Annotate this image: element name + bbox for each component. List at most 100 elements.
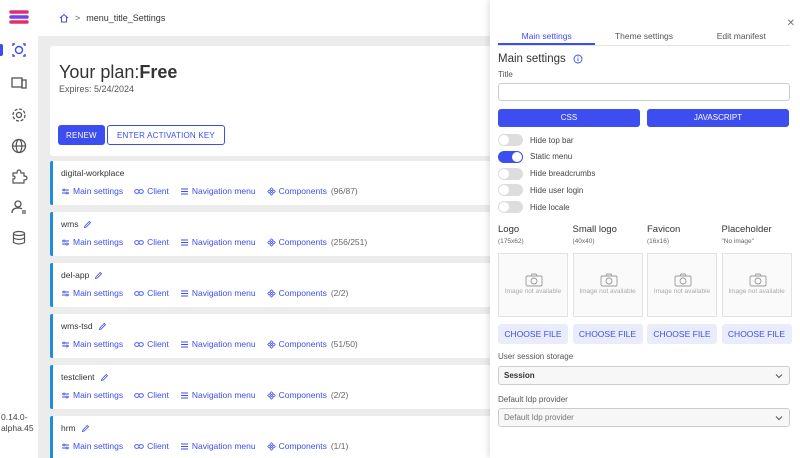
navigation-menu-link[interactable]: Navigation menu bbox=[180, 186, 256, 196]
toggle-row[interactable]: Hide locale bbox=[498, 201, 570, 214]
client-link[interactable]: Client bbox=[134, 186, 169, 196]
user-settings-icon[interactable] bbox=[10, 198, 28, 216]
javascript-button[interactable]: JAVASCRIPT bbox=[647, 109, 789, 127]
main-settings-link[interactable]: Main settings bbox=[61, 288, 123, 298]
tab-edit-manifest[interactable]: Edit manifest bbox=[693, 26, 790, 45]
tab-main-settings[interactable]: Main settings bbox=[498, 26, 596, 45]
components-link[interactable]: Components bbox=[266, 390, 327, 400]
toggle-row[interactable]: Hide top bar bbox=[498, 134, 574, 146]
components-label: Components bbox=[278, 186, 327, 196]
devices-icon[interactable] bbox=[10, 74, 28, 92]
client-link[interactable]: Client bbox=[134, 339, 169, 349]
components-link[interactable]: Components bbox=[266, 339, 327, 349]
components-label: Components bbox=[278, 339, 327, 349]
puzzle-icon[interactable] bbox=[10, 168, 28, 186]
choose-file-button[interactable]: CHOOSE FILE bbox=[572, 324, 643, 344]
components-count: (2/2) bbox=[330, 390, 349, 400]
client-card[interactable]: wms-tsd Main settings Client Navigation … bbox=[50, 314, 490, 358]
database-icon[interactable] bbox=[10, 229, 28, 247]
idp-provider-select[interactable]: Default Idp provider bbox=[498, 408, 790, 427]
settings-nav-icon[interactable] bbox=[10, 41, 28, 59]
top-bar: > menu_title_Settings bbox=[38, 0, 490, 36]
main-settings-link[interactable]: Main settings bbox=[61, 237, 123, 247]
choose-file-button[interactable]: CHOOSE FILE bbox=[721, 324, 792, 344]
idp-provider-placeholder: Default Idp provider bbox=[504, 413, 574, 422]
settings-panel: ✕ Main settings Theme settings Edit mani… bbox=[490, 0, 800, 458]
client-card[interactable]: digital-workplace Main settings Client N… bbox=[50, 161, 490, 205]
toggle-switch[interactable] bbox=[498, 150, 523, 163]
plan-label: Your plan: bbox=[59, 62, 140, 82]
menu-icon bbox=[180, 188, 188, 194]
components-icon bbox=[266, 390, 276, 400]
choose-file-button[interactable]: CHOOSE FILE bbox=[498, 324, 568, 344]
client-card[interactable]: testclient Main settings Client Navigati… bbox=[50, 365, 490, 409]
choose-file-button[interactable]: CHOOSE FILE bbox=[647, 324, 717, 344]
renew-button[interactable]: RENEW bbox=[58, 125, 105, 145]
toggle-switch[interactable] bbox=[498, 201, 523, 214]
gear-icon[interactable] bbox=[10, 106, 28, 124]
main-settings-link[interactable]: Main settings bbox=[61, 441, 123, 451]
toggle-row[interactable]: Hide breadcrumbs bbox=[498, 167, 595, 180]
client-name: testclient bbox=[61, 372, 95, 382]
globe-icon[interactable] bbox=[10, 137, 28, 155]
navigation-menu-link[interactable]: Navigation menu bbox=[180, 390, 256, 400]
navigation-menu-link[interactable]: Navigation menu bbox=[180, 237, 256, 247]
components-link[interactable]: Components bbox=[266, 441, 327, 451]
components-link[interactable]: Components bbox=[266, 186, 327, 196]
edit-pencil-icon[interactable] bbox=[100, 373, 109, 382]
breadcrumb: > menu_title_Settings bbox=[59, 13, 165, 23]
components-label: Components bbox=[278, 237, 327, 247]
session-storage-select[interactable]: Session bbox=[498, 366, 790, 385]
components-link[interactable]: Components bbox=[266, 237, 327, 247]
left-rail: 0.14.0-alpha.45 bbox=[0, 0, 38, 458]
navigation-menu-link[interactable]: Navigation menu bbox=[180, 441, 256, 451]
app-logo[interactable] bbox=[8, 9, 30, 25]
plan-expiry: Expires: 5/24/2024 bbox=[59, 84, 135, 94]
client-header: testclient bbox=[61, 372, 109, 382]
toggle-switch[interactable] bbox=[498, 167, 523, 180]
components-link[interactable]: Components bbox=[266, 288, 327, 298]
toggle-row[interactable]: Static menu bbox=[498, 150, 573, 163]
tab-theme-settings[interactable]: Theme settings bbox=[595, 26, 692, 45]
components-icon bbox=[266, 237, 276, 247]
title-label: Title bbox=[498, 70, 513, 79]
client-card[interactable]: hrm Main settings Client Navigation menu… bbox=[50, 416, 490, 458]
toggle-switch[interactable] bbox=[498, 134, 523, 146]
home-icon[interactable] bbox=[59, 13, 69, 23]
navigation-menu-link[interactable]: Navigation menu bbox=[180, 288, 256, 298]
toggle-switch[interactable] bbox=[498, 184, 523, 197]
app-version: 0.14.0-alpha.45 bbox=[1, 412, 34, 433]
active-indicator bbox=[0, 44, 3, 56]
edit-pencil-icon[interactable] bbox=[83, 220, 92, 229]
client-link[interactable]: Client bbox=[134, 390, 169, 400]
client-card[interactable]: del-app Main settings Client Navigation … bbox=[50, 263, 490, 307]
activation-key-button[interactable]: ENTER ACTIVATION KEY bbox=[107, 125, 225, 145]
css-button[interactable]: CSS bbox=[498, 109, 640, 127]
session-storage-value: Session bbox=[504, 371, 535, 380]
client-card[interactable]: wms Main settings Client Navigation menu… bbox=[50, 212, 490, 256]
client-link[interactable]: Client bbox=[134, 237, 169, 247]
client-link[interactable]: Client bbox=[134, 441, 169, 451]
main-settings-label: Main settings bbox=[73, 186, 124, 196]
toggle-row[interactable]: Hide user login bbox=[498, 184, 583, 197]
edit-pencil-icon[interactable] bbox=[98, 322, 107, 331]
image-size: (40x40) bbox=[572, 238, 595, 245]
navigation-menu-label: Navigation menu bbox=[191, 339, 256, 349]
chevron-down-icon bbox=[775, 374, 783, 379]
navigation-menu-link[interactable]: Navigation menu bbox=[180, 339, 256, 349]
edit-pencil-icon[interactable] bbox=[81, 424, 90, 433]
info-icon[interactable] bbox=[573, 54, 583, 64]
client-link[interactable]: Client bbox=[134, 288, 169, 298]
toggle-label: Hide top bar bbox=[530, 135, 574, 145]
main-settings-link[interactable]: Main settings bbox=[61, 339, 123, 349]
client-header: del-app bbox=[61, 270, 103, 280]
title-input[interactable] bbox=[498, 83, 790, 101]
client-name: wms bbox=[61, 219, 79, 229]
image-preview: Image not available bbox=[572, 253, 643, 317]
main-settings-link[interactable]: Main settings bbox=[61, 390, 123, 400]
edit-pencil-icon[interactable] bbox=[94, 271, 103, 280]
main-settings-link[interactable]: Main settings bbox=[61, 186, 123, 196]
toggle-label: Static menu bbox=[530, 152, 573, 162]
client-header: hrm bbox=[61, 423, 90, 433]
image-upload: Placeholder "No image" Image not availab… bbox=[721, 224, 792, 344]
